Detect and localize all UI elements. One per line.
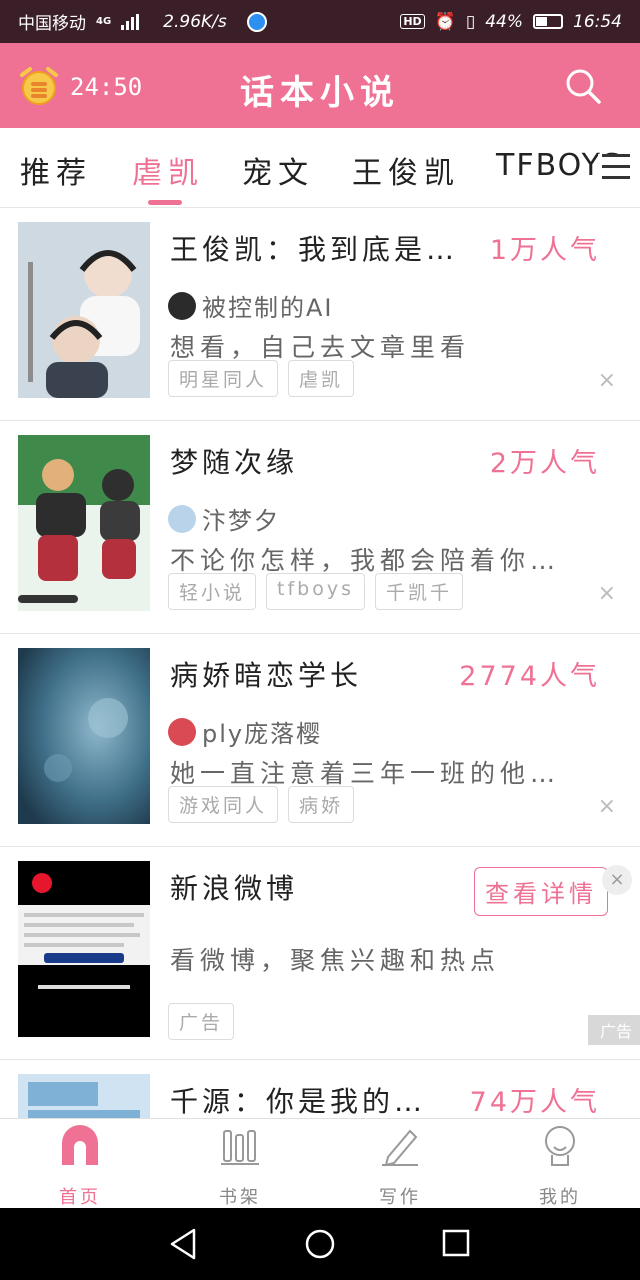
- story-title: 病娇暗恋学长: [170, 659, 363, 692]
- tag[interactable]: tfboys: [266, 573, 365, 610]
- ad-image: [18, 861, 150, 1037]
- author-avatar: [168, 717, 196, 746]
- ad-title: 新浪微博: [170, 872, 299, 905]
- tag[interactable]: 虐凯: [288, 360, 355, 397]
- story-title: 王俊凯：我到底是…: [170, 233, 459, 266]
- tag[interactable]: 病娇: [288, 786, 355, 823]
- list-item[interactable]: 王俊凯：我到底是… 1万人气 被控制的AI 想看，自己去文章里看 明星同人 虐凯…: [0, 208, 640, 421]
- tag[interactable]: 千凯千: [374, 573, 463, 610]
- ad-tag: 广告: [168, 1003, 235, 1040]
- nav-bookshelf[interactable]: 书架: [190, 1125, 290, 1209]
- tab-wangjunkai[interactable]: 王俊凯: [352, 148, 460, 192]
- search-icon[interactable]: [564, 67, 602, 105]
- network-type: 4G: [96, 16, 112, 27]
- story-title: 梦随次缘: [170, 446, 299, 479]
- bottom-navigation: 首页 书架 写作 我的: [0, 1118, 640, 1208]
- list-item[interactable]: 千源：你是我的… 74万人气: [0, 1060, 640, 1118]
- nav-label: 首页: [59, 1187, 101, 1208]
- tab-recommend[interactable]: 推荐: [20, 148, 92, 192]
- battery-icon: [533, 14, 563, 29]
- book-cover: [18, 648, 150, 824]
- close-icon[interactable]: ×: [598, 794, 616, 819]
- author: ply庞落樱: [168, 714, 322, 749]
- nav-label: 写作: [379, 1187, 421, 1208]
- book-cover: [18, 1074, 150, 1118]
- author: 被控制的AI: [168, 288, 334, 323]
- app-title: 话本小说: [240, 73, 400, 113]
- pen-icon: [382, 1129, 418, 1167]
- clock: 16:54: [573, 11, 622, 32]
- ad-label: 广告: [587, 1015, 640, 1045]
- back-icon[interactable]: [168, 1228, 198, 1260]
- popularity: 2774人气: [459, 661, 600, 692]
- story-list: 王俊凯：我到底是… 1万人气 被控制的AI 想看，自己去文章里看 明星同人 虐凯…: [0, 208, 640, 1118]
- tag[interactable]: 游戏同人: [168, 786, 279, 823]
- popularity: 74万人气: [469, 1087, 600, 1118]
- status-bar: 中国移动 4G 2.96K/s HD ⏰ ▯ 44% 16:54: [0, 0, 640, 43]
- tab-nuekai[interactable]: 虐凯: [132, 148, 204, 192]
- alarm-status-icon: ⏰: [434, 11, 456, 32]
- popularity: 2万人气: [489, 448, 600, 479]
- author-avatar: [168, 291, 196, 320]
- book-cover: [18, 435, 150, 611]
- nav-profile[interactable]: 我的: [510, 1125, 610, 1209]
- author-avatar: [168, 504, 196, 533]
- ad-description: 看微博，聚焦兴趣和热点: [170, 946, 501, 975]
- view-details-button[interactable]: 查看详情: [474, 867, 608, 916]
- author-name: ply庞落樱: [202, 720, 323, 748]
- tag-list: 轻小说 tfboys 千凯千: [168, 573, 463, 610]
- tag-list: 游戏同人 病娇: [168, 786, 355, 823]
- list-item[interactable]: 梦随次缘 2万人气 汴梦夕 不论你怎样，我都会陪着你… 轻小说 tfboys 千…: [0, 421, 640, 634]
- close-icon[interactable]: ×: [598, 581, 616, 606]
- nav-label: 书架: [219, 1187, 261, 1208]
- vibrate-icon: ▯: [465, 11, 476, 32]
- book-cover: [18, 222, 150, 398]
- hd-badge: HD: [400, 14, 425, 29]
- close-icon[interactable]: ×: [598, 368, 616, 393]
- menu-icon[interactable]: [598, 154, 630, 182]
- nav-home[interactable]: 首页: [30, 1125, 130, 1209]
- tag[interactable]: 明星同人: [168, 360, 279, 397]
- active-tab-indicator: [148, 200, 182, 205]
- battery-percent: 44%: [485, 11, 523, 32]
- category-tabs: 推荐 虐凯 宠文 王俊凯 TFBOYS: [0, 128, 640, 208]
- list-item[interactable]: 病娇暗恋学长 2774人气 ply庞落樱 她一直注意着三年一班的他… 游戏同人 …: [0, 634, 640, 847]
- bookshelf-icon: [221, 1130, 259, 1165]
- story-title: 千源：你是我的…: [170, 1085, 427, 1118]
- signal-icon: [121, 13, 140, 30]
- app-notification-icon: [246, 11, 267, 32]
- profile-icon: [545, 1126, 575, 1166]
- author: 汴梦夕: [168, 501, 280, 536]
- home-button-icon[interactable]: [304, 1228, 336, 1260]
- tag-list: 明星同人 虐凯: [168, 360, 355, 397]
- network-speed: 2.96K/s: [163, 11, 227, 32]
- popularity: 1万人气: [489, 235, 600, 266]
- home-icon: [62, 1125, 98, 1165]
- story-description: 不论你怎样，我都会陪着你…: [170, 546, 561, 575]
- author-name: 汴梦夕: [202, 507, 280, 535]
- author-name: 被控制的AI: [202, 294, 334, 322]
- story-description: 她一直注意着三年一班的他…: [170, 759, 561, 788]
- app-bar: 24:50 话本小说: [0, 43, 640, 128]
- tab-chongwen[interactable]: 宠文: [242, 148, 314, 192]
- nav-label: 我的: [539, 1187, 581, 1208]
- nav-write[interactable]: 写作: [350, 1125, 450, 1209]
- tag[interactable]: 轻小说: [168, 573, 257, 610]
- system-navigation-bar: [0, 1208, 640, 1280]
- carrier-label: 中国移动: [18, 14, 86, 34]
- recent-apps-icon[interactable]: [442, 1229, 470, 1257]
- ad-item[interactable]: 新浪微博 查看详情 × 看微博，聚焦兴趣和热点 广告 广告: [0, 847, 640, 1060]
- ad-close-icon[interactable]: ×: [602, 865, 632, 895]
- story-description: 想看，自己去文章里看: [170, 333, 471, 362]
